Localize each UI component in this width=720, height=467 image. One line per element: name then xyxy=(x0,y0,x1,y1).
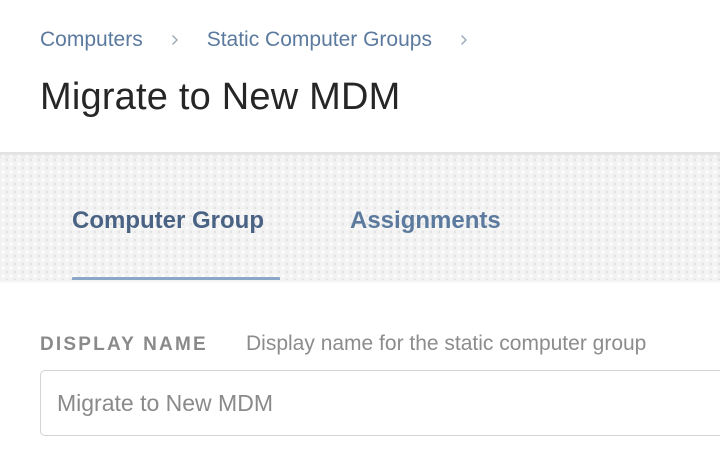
display-name-label: DISPLAY NAME xyxy=(40,334,208,355)
tab-assignments[interactable]: Assignments xyxy=(350,207,501,235)
tab-bar: Computer Group Assignments xyxy=(0,152,720,281)
form-section: DISPLAY NAME Display name for the static… xyxy=(0,280,720,467)
breadcrumb-item-computers[interactable]: Computers xyxy=(40,28,143,52)
tab-computer-group[interactable]: Computer Group xyxy=(72,207,264,235)
page-header: Computers Static Computer Groups Migrate… xyxy=(0,0,720,152)
display-name-input[interactable] xyxy=(40,370,720,436)
page-title: Migrate to New MDM xyxy=(40,76,401,118)
chevron-right-icon xyxy=(460,34,468,46)
display-name-help-text: Display name for the static computer gro… xyxy=(246,332,647,355)
breadcrumb: Computers Static Computer Groups xyxy=(40,28,496,52)
breadcrumb-item-static-computer-groups[interactable]: Static Computer Groups xyxy=(207,28,432,52)
chevron-right-icon xyxy=(171,34,179,46)
